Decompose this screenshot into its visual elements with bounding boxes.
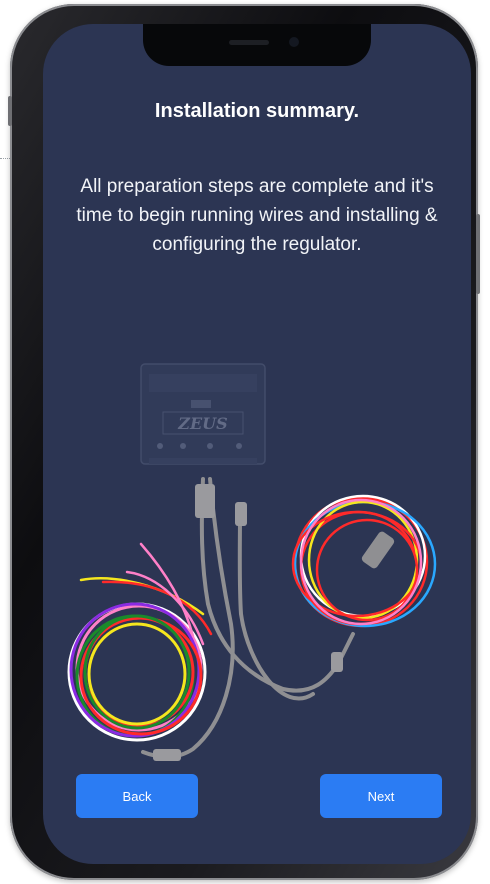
ring-terminal-connector	[361, 531, 395, 569]
connector-plug	[153, 749, 181, 761]
wiring-harness-illustration: ZEUS	[67, 363, 437, 761]
wire-coil-left	[67, 602, 207, 742]
side-button-right	[476, 214, 480, 294]
connector-plug	[195, 484, 215, 518]
next-button[interactable]: Next	[320, 774, 442, 818]
regulator-device-image: ZEUS	[140, 363, 266, 465]
device-brand-label: ZEUS	[177, 414, 227, 433]
back-button[interactable]: Back	[76, 774, 198, 818]
connector-plug	[331, 652, 343, 672]
phone-frame: Installation summary. All preparation st…	[8, 4, 480, 880]
connector-plug	[235, 502, 247, 526]
side-button-left	[8, 96, 12, 126]
app-screen: Installation summary. All preparation st…	[43, 24, 471, 864]
